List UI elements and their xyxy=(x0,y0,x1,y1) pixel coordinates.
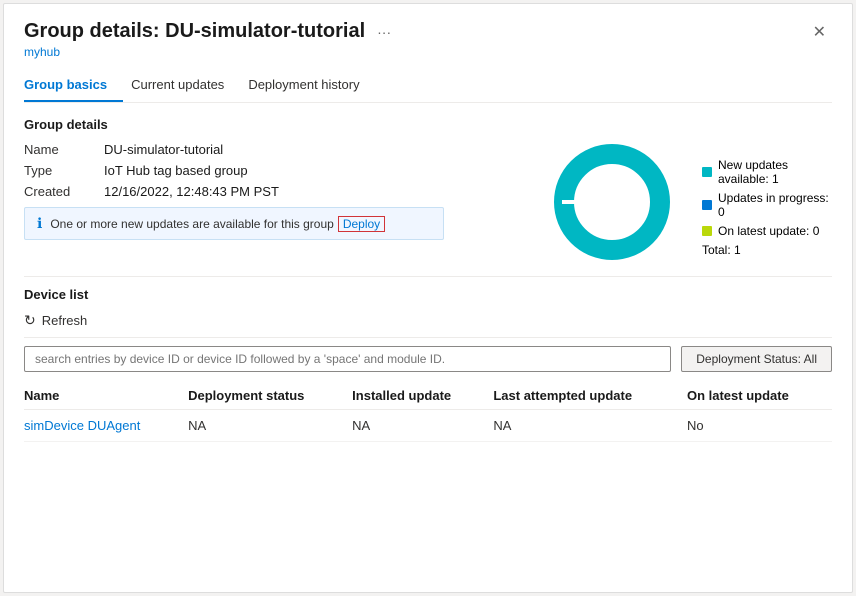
legend-item-latest: On latest update: 0 xyxy=(702,224,832,238)
refresh-button[interactable]: ↻ Refresh xyxy=(24,312,87,329)
value-name: DU-simulator-tutorial xyxy=(104,142,223,157)
label-type: Type xyxy=(24,163,104,178)
legend-dot-inprogress xyxy=(702,200,712,210)
legend-label-inprogress: Updates in progress: 0 xyxy=(718,191,832,219)
cell-last-attempted: NA xyxy=(493,410,687,442)
deploy-link[interactable]: Deploy xyxy=(338,216,385,232)
divider xyxy=(24,276,832,277)
chart-total: Total: 1 xyxy=(702,243,832,257)
legend-label-new: New updates available: 1 xyxy=(718,158,832,186)
tab-deployment-history[interactable]: Deployment history xyxy=(248,69,375,102)
legend-dot-latest xyxy=(702,226,712,236)
content-area: Group details Name DU-simulator-tutorial… xyxy=(24,103,832,576)
group-details-title: Group details xyxy=(24,117,832,132)
chart-area: New updates available: 1 Updates in prog… xyxy=(552,142,832,262)
chart-legend: New updates available: 1 Updates in prog… xyxy=(702,158,832,257)
label-name: Name xyxy=(24,142,104,157)
search-filter-row: Deployment Status: All xyxy=(24,346,832,372)
panel-subtitle[interactable]: myhub xyxy=(24,45,391,59)
more-button[interactable]: ··· xyxy=(377,24,391,40)
table-row: simDevice DUAgent NA NA NA No xyxy=(24,410,832,442)
legend-dot-new xyxy=(702,167,712,177)
title-row: Group details: DU-simulator-tutorial ··· xyxy=(24,20,391,43)
panel-header: Group details: DU-simulator-tutorial ···… xyxy=(24,20,832,59)
cell-deployment-status: NA xyxy=(188,410,352,442)
refresh-label: Refresh xyxy=(42,313,88,328)
cell-installed-update: NA xyxy=(352,410,493,442)
alert-text: One or more new updates are available fo… xyxy=(50,217,334,231)
detail-type-row: Type IoT Hub tag based group xyxy=(24,163,552,178)
col-header-installed-update: Installed update xyxy=(352,382,493,410)
detail-created-row: Created 12/16/2022, 12:48:43 PM PST xyxy=(24,184,552,199)
tab-current-updates[interactable]: Current updates xyxy=(131,69,240,102)
divider-2 xyxy=(24,337,832,338)
deployment-status-filter[interactable]: Deployment Status: All xyxy=(681,346,832,372)
col-header-on-latest: On latest update xyxy=(687,382,832,410)
detail-name-row: Name DU-simulator-tutorial xyxy=(24,142,552,157)
device-table: Name Deployment status Installed update … xyxy=(24,382,832,442)
legend-label-latest: On latest update: 0 xyxy=(718,224,819,238)
label-created: Created xyxy=(24,184,104,199)
col-header-last-attempted: Last attempted update xyxy=(493,382,687,410)
device-list-title: Device list xyxy=(24,287,832,302)
value-type: IoT Hub tag based group xyxy=(104,163,248,178)
col-header-name: Name xyxy=(24,382,188,410)
title-area: Group details: DU-simulator-tutorial ···… xyxy=(24,20,391,59)
value-created: 12/16/2022, 12:48:43 PM PST xyxy=(104,184,279,199)
panel-title: Group details: DU-simulator-tutorial xyxy=(24,20,365,43)
cell-on-latest: No xyxy=(687,410,832,442)
tabs: Group basics Current updates Deployment … xyxy=(24,69,832,103)
panel: Group details: DU-simulator-tutorial ···… xyxy=(3,3,853,593)
legend-item-inprogress: Updates in progress: 0 xyxy=(702,191,832,219)
close-button[interactable]: ✕ xyxy=(807,20,832,44)
table-header-row: Name Deployment status Installed update … xyxy=(24,382,832,410)
info-icon: ℹ xyxy=(37,215,42,232)
group-details-row: Name DU-simulator-tutorial Type IoT Hub … xyxy=(24,142,832,262)
search-input[interactable] xyxy=(24,346,671,372)
chart-and-legend: New updates available: 1 Updates in prog… xyxy=(552,142,832,262)
device-link[interactable]: simDevice DUAgent xyxy=(24,418,140,433)
cell-name: simDevice DUAgent xyxy=(24,410,188,442)
refresh-icon: ↻ xyxy=(24,312,36,329)
legend-item-new: New updates available: 1 xyxy=(702,158,832,186)
details-table: Name DU-simulator-tutorial Type IoT Hub … xyxy=(24,142,552,240)
alert-box: ℹ One or more new updates are available … xyxy=(24,207,444,240)
tab-group-basics[interactable]: Group basics xyxy=(24,69,123,102)
col-header-deployment-status: Deployment status xyxy=(188,382,352,410)
donut-chart xyxy=(552,142,672,262)
